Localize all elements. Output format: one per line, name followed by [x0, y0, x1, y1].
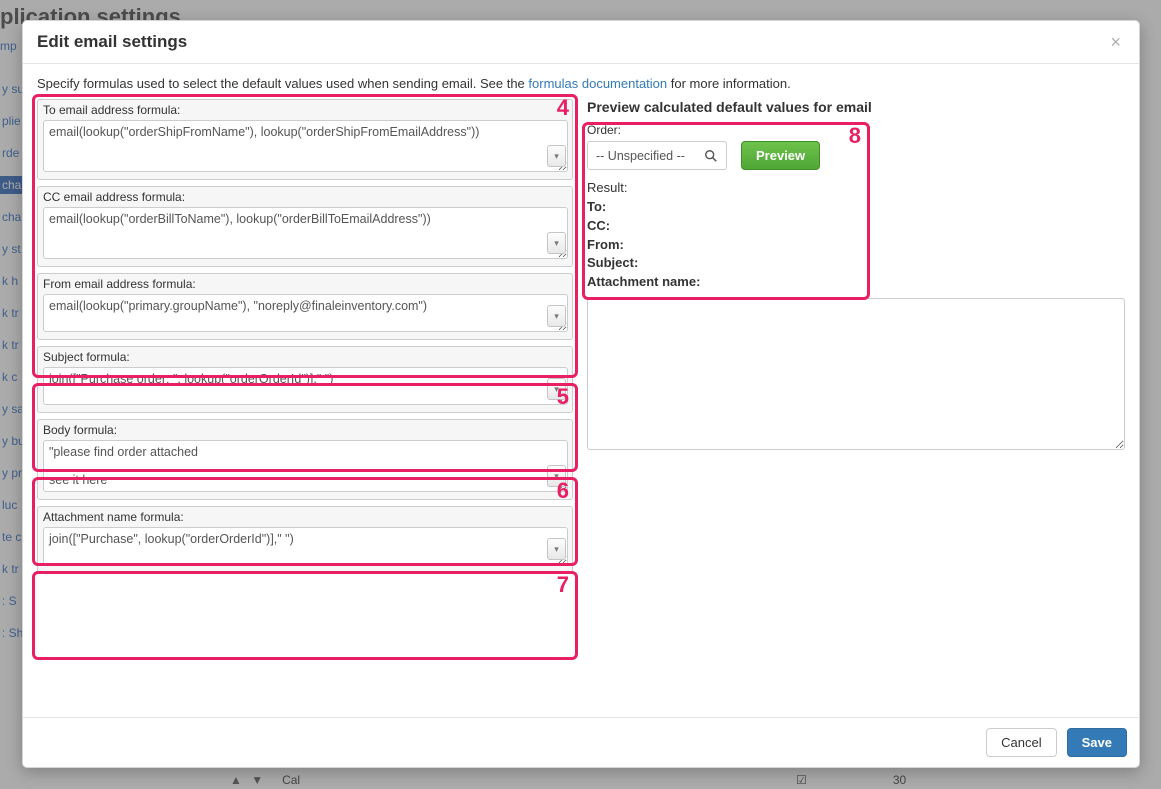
cc-email-dropdown-button[interactable]: ▾	[547, 232, 566, 254]
result-to-label: To:	[587, 199, 606, 214]
intro-prefix: Specify formulas used to select the defa…	[37, 76, 528, 91]
search-icon	[704, 149, 718, 163]
preview-button[interactable]: Preview	[741, 141, 820, 170]
dialog-header: Edit email settings ×	[23, 21, 1139, 64]
order-lookup-input[interactable]: -- Unspecified --	[587, 141, 727, 170]
attachment-label: Attachment name formula:	[43, 510, 568, 524]
body-label: Body formula:	[43, 423, 568, 437]
dialog-title: Edit email settings	[37, 32, 187, 52]
cc-email-label: CC email address formula:	[43, 190, 568, 204]
result-subject-label: Subject:	[587, 255, 638, 270]
result-cc-label: CC:	[587, 218, 610, 233]
attachment-input[interactable]	[43, 527, 568, 565]
cc-email-input[interactable]	[43, 207, 568, 259]
from-email-dropdown-button[interactable]: ▾	[547, 305, 566, 327]
subject-group: Subject formula: ▾	[37, 346, 573, 413]
subject-input[interactable]	[43, 367, 568, 405]
intro-text: Specify formulas used to select the defa…	[37, 76, 1125, 91]
attachment-dropdown-button[interactable]: ▾	[547, 538, 566, 560]
save-button[interactable]: Save	[1067, 728, 1127, 757]
body-group: Body formula: ▾	[37, 419, 573, 500]
body-input[interactable]	[43, 440, 568, 492]
dialog-body: Specify formulas used to select the defa…	[23, 64, 1139, 717]
to-email-group: To email address formula: ▾	[37, 99, 573, 180]
dialog-footer: Cancel Save	[23, 717, 1139, 767]
body-dropdown-button[interactable]: ▾	[547, 465, 566, 487]
to-email-dropdown-button[interactable]: ▾	[547, 145, 566, 167]
attachment-group: Attachment name formula: ▾	[37, 506, 573, 573]
preview-title: Preview calculated default values for em…	[587, 99, 1125, 115]
preview-order-row: Order: -- Unspecified -- Preview	[587, 123, 1125, 170]
from-email-group: From email address formula: ▾	[37, 273, 573, 340]
close-icon[interactable]: ×	[1106, 33, 1125, 51]
to-email-input[interactable]	[43, 120, 568, 172]
order-lookup-value: -- Unspecified --	[588, 149, 704, 163]
to-email-label: To email address formula:	[43, 103, 568, 117]
callout-number-7: 7	[557, 572, 569, 598]
result-attachment-label: Attachment name:	[587, 274, 700, 289]
from-email-label: From email address formula:	[43, 277, 568, 291]
preview-results: Result: To: CC: From: Subject: Attachmen…	[587, 179, 1125, 292]
order-label: Order:	[587, 123, 727, 137]
formulas-column: To email address formula: ▾ CC email add…	[37, 99, 573, 579]
cancel-button[interactable]: Cancel	[986, 728, 1056, 757]
from-email-input[interactable]	[43, 294, 568, 332]
formulas-documentation-link[interactable]: formulas documentation	[528, 76, 667, 91]
intro-suffix: for more information.	[667, 76, 791, 91]
edit-email-settings-dialog: Edit email settings × Specify formulas u…	[22, 20, 1140, 768]
subject-dropdown-button[interactable]: ▾	[547, 378, 566, 400]
result-from-label: From:	[587, 237, 624, 252]
preview-body-textarea[interactable]	[587, 298, 1125, 450]
cc-email-group: CC email address formula: ▾	[37, 186, 573, 267]
subject-label: Subject formula:	[43, 350, 568, 364]
callout-box-7: 7	[32, 571, 578, 660]
result-label: Result:	[587, 179, 1125, 198]
preview-column: Preview calculated default values for em…	[587, 99, 1125, 579]
